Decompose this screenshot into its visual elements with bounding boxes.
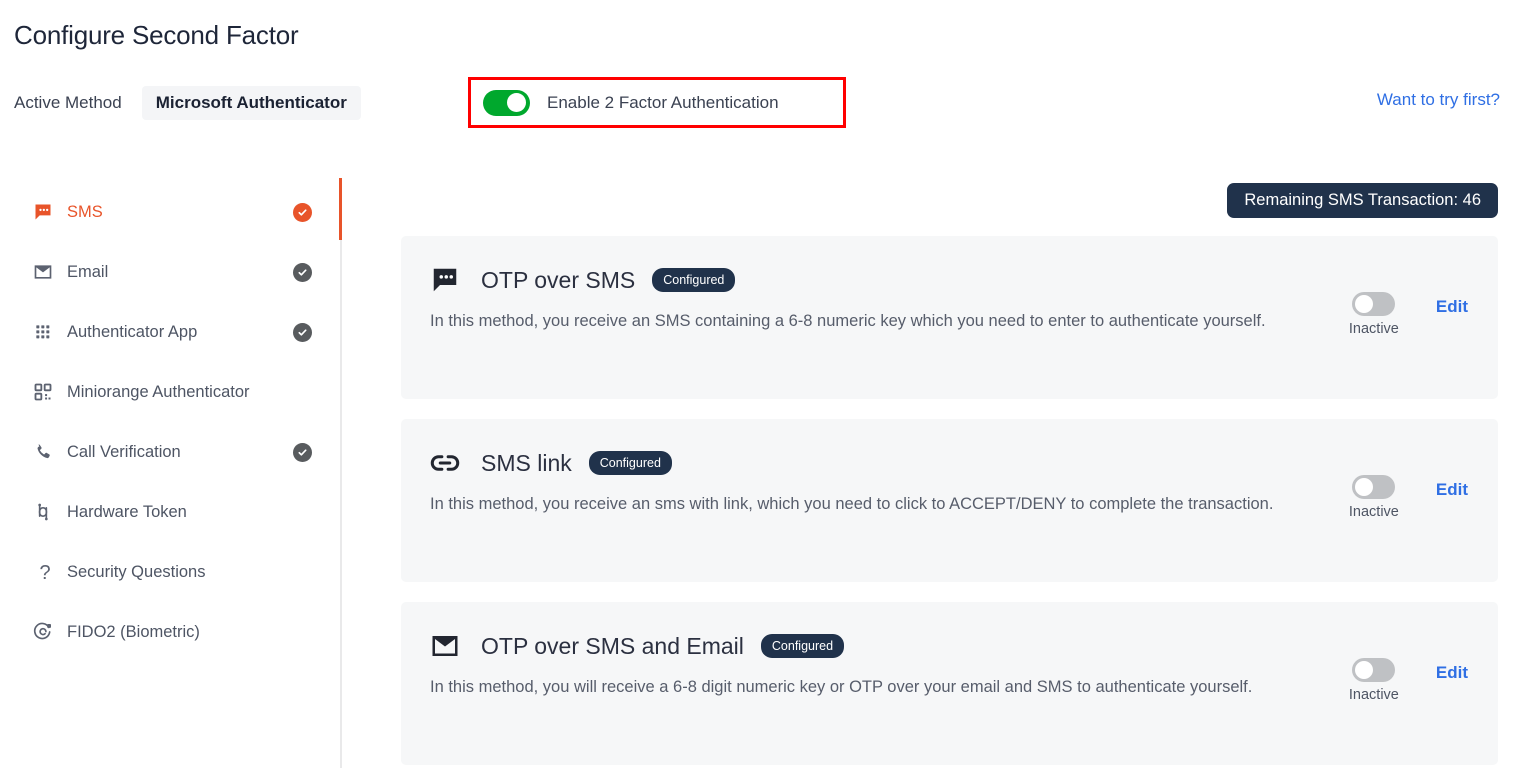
- fingerprint-key-icon: [33, 621, 57, 643]
- card-description: In this method, you will receive a 6-8 d…: [430, 678, 1253, 696]
- card-header: SMS link Configured: [430, 448, 1498, 478]
- configured-check-icon: [293, 262, 312, 282]
- sidebar-item-sms[interactable]: SMS: [0, 182, 340, 242]
- hardware-token-icon: [33, 501, 57, 523]
- method-card: SMS link Configured In this method, you re…: [401, 419, 1498, 582]
- toggle-knob: [1355, 295, 1374, 313]
- toggle-state-label: Inactive: [1348, 321, 1399, 337]
- sidebar-item-fido2-biometric[interactable]: FIDO2 (Biometric): [0, 602, 340, 662]
- envelope-icon: [33, 261, 57, 283]
- method-card: OTP over SMS Configured In this method, yo…: [401, 236, 1498, 399]
- sidebar-item-label: Hardware Token: [67, 502, 187, 521]
- card-description: In this method, you receive an SMS conta…: [430, 312, 1266, 330]
- edit-button[interactable]: Edit: [1436, 297, 1468, 317]
- sidebar-item-authenticator-app[interactable]: Authenticator App: [0, 302, 340, 362]
- toggle-knob: [507, 93, 526, 112]
- sidebar-item-label: FIDO2 (Biometric): [67, 622, 200, 641]
- sms-chat-icon: [33, 201, 57, 223]
- envelope-icon: [430, 631, 464, 661]
- sidebar-divider: [340, 178, 342, 768]
- card-actions: Inactive Edit: [1346, 658, 1468, 703]
- edit-button[interactable]: Edit: [1436, 480, 1468, 500]
- question-mark-icon: ?: [33, 561, 57, 584]
- sidebar-item-email[interactable]: Email: [0, 242, 340, 302]
- card-actions: Inactive Edit: [1346, 475, 1468, 520]
- sidebar-item-miniorange-authenticator[interactable]: Miniorange Authenticator: [0, 362, 340, 422]
- toggle-knob: [1355, 661, 1374, 679]
- card-header: OTP over SMS and Email Configured: [430, 631, 1498, 661]
- status-badge: Configured: [652, 268, 736, 292]
- enable-2fa-highlight-box: Enable 2 Factor Authentication: [468, 77, 846, 128]
- toggle-state-label: Inactive: [1348, 504, 1399, 520]
- sidebar-item-label: SMS: [67, 202, 103, 221]
- method-card-list: OTP over SMS Configured In this method, yo…: [401, 236, 1498, 775]
- card-header: OTP over SMS Configured: [430, 265, 1498, 295]
- configured-check-icon: [293, 322, 312, 342]
- active-method-label: Active Method: [14, 93, 122, 112]
- enable-2fa-label: Enable 2 Factor Authentication: [547, 92, 779, 112]
- method-toggle[interactable]: [1352, 658, 1396, 682]
- link-chain-icon: [430, 448, 464, 478]
- sidebar-item-security-questions[interactable]: ? Security Questions: [0, 542, 340, 602]
- grid-dots-icon: [33, 321, 57, 343]
- method-toggle-group: Inactive: [1346, 475, 1402, 520]
- status-badge: Configured: [760, 634, 845, 658]
- method-toggle[interactable]: [1352, 475, 1396, 499]
- sidebar-item-call-verification[interactable]: Call Verification: [0, 422, 340, 482]
- sidebar-item-label: Authenticator App: [67, 322, 198, 341]
- card-title: SMS link: [481, 449, 572, 476]
- method-sidebar: SMS Email Authenticator App Miniorange Auth…: [0, 178, 340, 662]
- card-title: OTP over SMS: [481, 266, 636, 293]
- status-badge: Configured: [588, 451, 672, 475]
- sidebar-item-label: Email: [67, 262, 109, 281]
- remaining-sms-badge: Remaining SMS Transaction: 46: [1227, 183, 1498, 218]
- method-toggle-group: Inactive: [1346, 292, 1402, 337]
- method-card: OTP over SMS and Email Configured In this …: [401, 602, 1498, 765]
- method-toggle-group: Inactive: [1346, 658, 1402, 703]
- svg-text:?: ?: [39, 562, 50, 584]
- toggle-knob: [1355, 478, 1374, 496]
- configure-second-factor-page: Configure Second Factor Active Method Mi…: [0, 0, 1527, 775]
- sidebar-item-label: Call Verification: [67, 442, 181, 461]
- card-description: In this method, you receive an sms with …: [430, 495, 1274, 513]
- sidebar-item-label: Miniorange Authenticator: [67, 382, 250, 401]
- configured-check-icon: [293, 442, 312, 462]
- toggle-state-label: Inactive: [1348, 687, 1399, 703]
- phone-icon: [33, 441, 57, 463]
- page-title: Configure Second Factor: [14, 20, 299, 50]
- sidebar-item-hardware-token[interactable]: Hardware Token: [0, 482, 340, 542]
- sidebar-item-label: Security Questions: [67, 562, 206, 581]
- configured-check-icon: [293, 202, 312, 222]
- qr-code-icon: [33, 381, 57, 403]
- enable-2fa-toggle[interactable]: [483, 89, 530, 116]
- edit-button[interactable]: Edit: [1436, 663, 1468, 683]
- sms-chat-icon: [430, 265, 464, 295]
- card-title: OTP over SMS and Email: [481, 632, 744, 659]
- active-method-value: Microsoft Authenticator: [141, 86, 361, 120]
- want-to-try-first-link[interactable]: Want to try first?: [1377, 90, 1500, 110]
- card-actions: Inactive Edit: [1346, 292, 1468, 337]
- method-toggle[interactable]: [1352, 292, 1396, 316]
- active-method-row: Active Method Microsoft Authenticator: [14, 86, 361, 120]
